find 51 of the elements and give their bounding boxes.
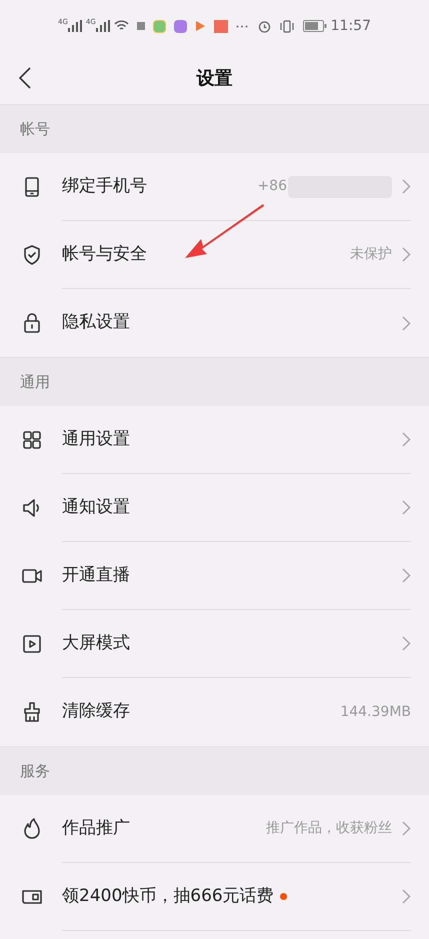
row-label: 绑定手机号	[62, 174, 147, 198]
signal-icon	[68, 20, 82, 32]
row-label: 清除缓存	[62, 700, 130, 724]
settings-row[interactable]: 绑定手机号 +86	[0, 153, 429, 221]
row-label: 隐私设置	[62, 311, 130, 334]
page-title: 设置	[196, 66, 232, 90]
row-label: 领2400快币，抽666元话费	[62, 884, 274, 908]
play-notification-icon	[194, 20, 206, 32]
app-notification-icon	[136, 22, 145, 30]
chevron-icon	[402, 247, 411, 262]
row-label: 通用设置	[62, 428, 130, 451]
grid-icon	[20, 428, 44, 452]
status-time: 11:57	[330, 16, 371, 36]
signal-icon	[96, 20, 110, 32]
app-notification-icon	[152, 20, 166, 32]
chevron-icon	[402, 432, 411, 447]
settings-row[interactable]: 隐私设置	[0, 289, 429, 357]
row-value: 推广作品，收获粉丝	[266, 819, 392, 838]
app-notification-icon	[174, 20, 187, 32]
section-title: 帐号	[20, 118, 50, 140]
row-value: 未保护	[350, 245, 392, 264]
settings-row[interactable]: 清除缓存 144.39MB	[0, 678, 429, 746]
row-value: +86	[257, 177, 287, 196]
chevron-icon	[402, 821, 411, 836]
settings-row[interactable]: 开通直播	[0, 542, 429, 610]
vibrate-icon	[278, 20, 295, 32]
settings-row[interactable]: 大屏模式	[0, 610, 429, 678]
row-label: 作品推广	[62, 816, 130, 840]
chevron-icon	[402, 500, 411, 515]
more-icon	[236, 24, 248, 28]
settings-row[interactable]: 通用设置	[0, 406, 429, 474]
settings-row[interactable]: 通知设置	[0, 474, 429, 542]
chevron-icon	[402, 316, 411, 330]
chevron-icon	[402, 568, 411, 583]
play-screen-icon	[20, 632, 44, 656]
chevron-icon	[402, 179, 411, 194]
chevron-icon	[402, 889, 411, 904]
settings-row[interactable]: 领2400快币，抽666元话费	[0, 863, 429, 931]
battery-icon	[302, 20, 327, 32]
row-value: 144.39MB	[340, 702, 411, 722]
row-label: 帐号与安全	[62, 242, 147, 266]
row-label: 开通直播	[62, 564, 130, 587]
app-notification-icon	[214, 20, 228, 32]
chevron-icon	[402, 636, 411, 651]
alarm-icon	[258, 20, 271, 32]
row-label: 大屏模式	[62, 632, 130, 655]
section-title: 服务	[20, 760, 50, 782]
section-title: 通用	[20, 372, 50, 393]
wifi-icon	[114, 20, 129, 32]
settings-row[interactable]: 作品推广 推广作品，收获粉丝	[0, 795, 429, 863]
row-label: 通知设置	[62, 496, 130, 519]
